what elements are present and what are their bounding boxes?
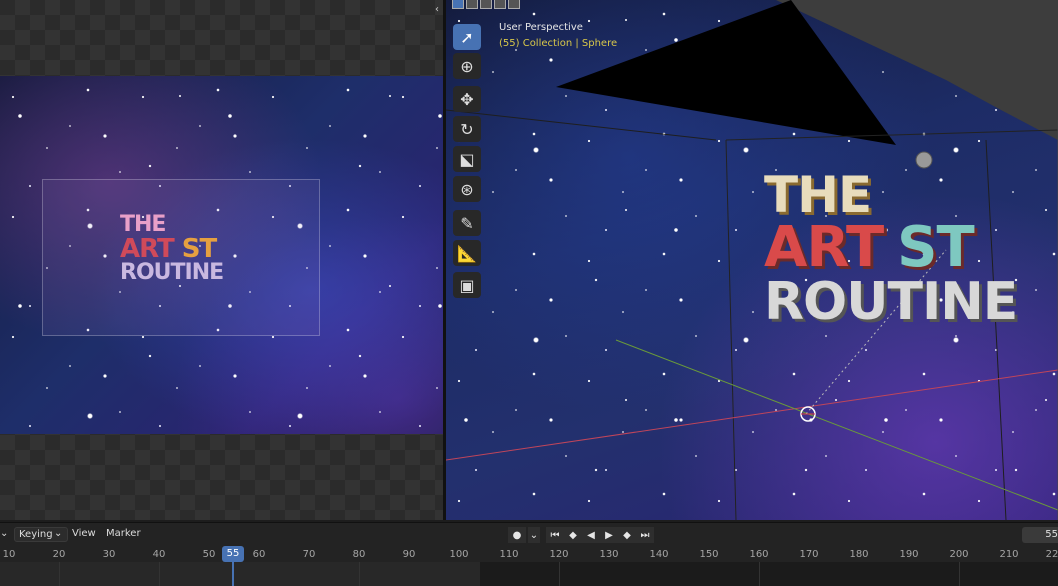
select-invert-mode-icon[interactable] <box>494 0 506 9</box>
keying-chevron-icon: ⌄ <box>54 528 63 539</box>
viewport-view-label: User Perspective <box>499 22 583 33</box>
jump-end-button[interactable]: ⏭ <box>636 527 654 543</box>
render-logo: THE ART ST ROUTINE <box>120 212 224 285</box>
wire-line <box>446 109 717 141</box>
record-options-chevron-icon[interactable]: ⌄ <box>528 527 540 543</box>
marker-menu[interactable]: Marker <box>106 528 141 539</box>
sphere-object[interactable] <box>915 151 933 169</box>
ruler-tick: 170 <box>799 549 819 560</box>
measure-icon[interactable]: 📐 <box>453 240 481 266</box>
timeline-frame-range <box>480 562 1058 586</box>
grid-line <box>559 562 560 586</box>
logo-line-2: ART <box>120 234 175 264</box>
view-menu[interactable]: View <box>72 528 96 539</box>
select-intersect-mode-icon[interactable] <box>508 0 520 9</box>
render-preview-viewport[interactable]: THE ART ST ROUTINE <box>0 0 443 520</box>
ruler-tick: 80 <box>352 549 366 560</box>
playback-dropdown[interactable]: ⌄ <box>0 528 8 539</box>
logo-line-1: THE <box>120 212 166 237</box>
ruler-tick: 20 <box>52 549 66 560</box>
ruler-tick: 100 <box>449 549 469 560</box>
frame-ruler[interactable]: 10 20 30 40 50 60 70 80 90 100 110 120 1… <box>0 546 1058 562</box>
ruler-tick: 50 <box>202 549 216 560</box>
add-cube-icon[interactable]: ▣ <box>453 272 481 298</box>
playhead[interactable] <box>232 562 234 586</box>
3d-logo-line-2b: ST <box>897 215 975 280</box>
ruler-tick: 150 <box>699 549 719 560</box>
play-reverse-button[interactable]: ◀ <box>582 527 600 543</box>
ruler-tick: 120 <box>549 549 569 560</box>
scale-icon[interactable]: ⬕ <box>453 146 481 172</box>
grid-line <box>759 562 760 586</box>
grid-line <box>159 562 160 586</box>
ruler-tick: 160 <box>749 549 769 560</box>
ruler-tick: 60 <box>252 549 266 560</box>
select-box-icon[interactable]: ➚ <box>453 24 481 50</box>
select-subtract-mode-icon[interactable] <box>480 0 492 9</box>
render-image: THE ART ST ROUTINE <box>0 76 443 434</box>
rotate-icon[interactable]: ↻ <box>453 116 481 142</box>
ruler-tick: 40 <box>152 549 166 560</box>
current-frame-field[interactable]: 55 <box>1022 527 1058 543</box>
record-button[interactable]: ● <box>508 527 526 543</box>
ruler-tick: 180 <box>849 549 869 560</box>
current-frame-indicator[interactable]: 55 <box>222 546 244 562</box>
select-new-mode-icon[interactable] <box>452 0 464 9</box>
3d-logo-line-3: ROUTINE <box>764 272 1018 332</box>
grid-line <box>59 562 60 586</box>
next-keyframe-button[interactable]: ◆ <box>618 527 636 543</box>
3d-logo-line-2: ART <box>764 215 884 280</box>
wire-line <box>725 139 737 520</box>
3d-viewport[interactable]: THE ART ST ROUTINE <box>446 0 1058 520</box>
jump-start-button[interactable]: ⏮ <box>546 527 564 543</box>
ruler-tick: 140 <box>649 549 669 560</box>
3d-logo-object[interactable]: THE ART ST ROUTINE <box>764 166 1018 332</box>
3d-logo-line-1: THE <box>764 166 872 224</box>
ruler-tick: 90 <box>402 549 416 560</box>
prev-keyframe-button[interactable]: ◆ <box>564 527 582 543</box>
viewport-collection-label: (55) Collection | Sphere <box>499 38 618 49</box>
collapse-chevron-icon[interactable]: ‹ <box>435 4 439 15</box>
ruler-tick: 10 <box>2 549 16 560</box>
wire-line <box>725 129 1058 141</box>
select-mode-buttons <box>452 0 532 10</box>
logo-line-3: ROUTINE <box>120 260 224 285</box>
ruler-tick: 22 <box>1045 549 1058 560</box>
tool-bar: ➚ ⊕ ✥ ↻ ⬕ ⊛ ✎ 📐 ▣ <box>449 20 485 302</box>
move-icon[interactable]: ✥ <box>453 86 481 112</box>
grid-line <box>359 562 360 586</box>
play-button[interactable]: ▶ <box>600 527 618 543</box>
ruler-tick: 210 <box>999 549 1019 560</box>
ruler-tick: 110 <box>499 549 519 560</box>
logo-line-2b: ST <box>181 234 217 264</box>
x-axis-line <box>446 369 1058 461</box>
ruler-tick: 200 <box>949 549 969 560</box>
ruler-tick: 190 <box>899 549 919 560</box>
cursor-icon[interactable]: ⊕ <box>453 53 481 79</box>
grid-line <box>959 562 960 586</box>
ruler-tick: 30 <box>102 549 116 560</box>
select-extend-mode-icon[interactable] <box>466 0 478 9</box>
annotate-icon[interactable]: ✎ <box>453 210 481 236</box>
keying-label: Keying <box>19 529 53 540</box>
transform-icon[interactable]: ⊛ <box>453 176 481 202</box>
ruler-tick: 130 <box>599 549 619 560</box>
ruler-tick: 70 <box>302 549 316 560</box>
